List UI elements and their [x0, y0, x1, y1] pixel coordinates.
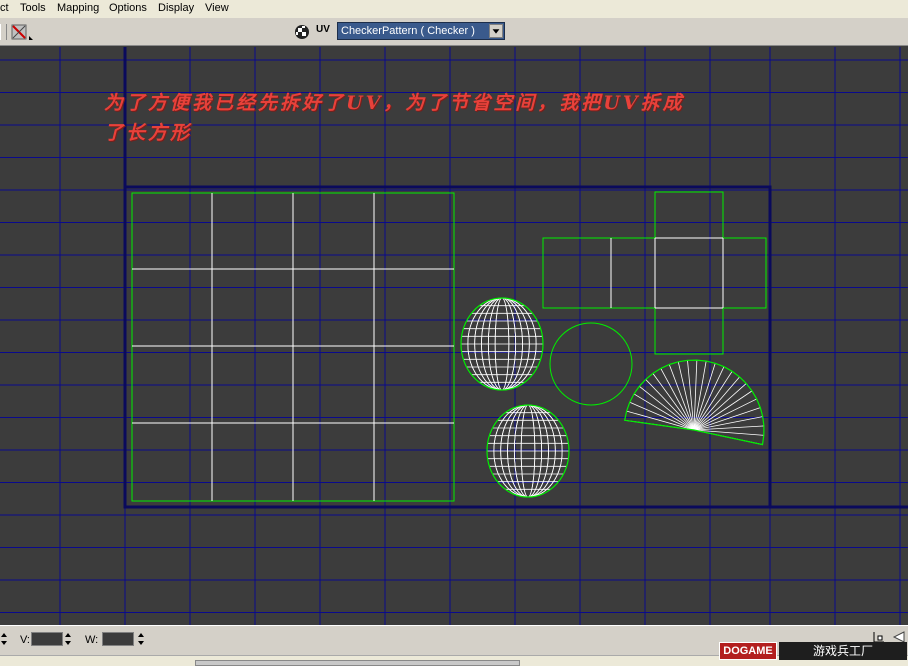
- annotation-line-1: 为了方便我已经先拆好了UV，为了节省空间，我把UV拆成: [104, 92, 685, 114]
- toolbar: UV CheckerPattern ( Checker ): [0, 18, 908, 46]
- w-label: W:: [85, 634, 99, 646]
- menu-item-options[interactable]: Options: [109, 2, 147, 14]
- taskbar-item[interactable]: [195, 660, 520, 666]
- uv-icon[interactable]: UV: [316, 24, 334, 40]
- texture-selector[interactable]: CheckerPattern ( Checker ): [337, 22, 505, 40]
- texture-selector-value: CheckerPattern ( Checker ): [341, 25, 475, 37]
- freeform-tool-icon[interactable]: [10, 23, 36, 41]
- watermark-brand: DOGAME: [719, 642, 777, 660]
- annotation-line-2: 了长方形: [104, 122, 193, 144]
- menu-item-view[interactable]: View: [205, 2, 229, 14]
- menu-bar: ct Tools Mapping Options Display View: [0, 0, 908, 19]
- dropdown-arrow-icon[interactable]: [489, 24, 503, 38]
- watermark-subtitle: 游戏兵工厂: [779, 642, 907, 660]
- checker-icon[interactable]: [294, 24, 310, 40]
- watermark: DOGAME 游戏兵工厂: [719, 642, 908, 662]
- v-input[interactable]: [31, 632, 63, 646]
- v-label: V:: [20, 634, 30, 646]
- spin-arrow-icon[interactable]: [137, 632, 145, 646]
- menu-item-select[interactable]: ct: [0, 2, 9, 14]
- annotation-text: 为了方便我已经先拆好了UV，为了节省空间，我把UV拆成 了长方形: [104, 88, 744, 148]
- spin-arrow-icon[interactable]: [64, 632, 72, 646]
- menu-item-display[interactable]: Display: [158, 2, 194, 14]
- menu-item-mapping[interactable]: Mapping: [57, 2, 99, 14]
- toolbar-grip[interactable]: [0, 24, 7, 40]
- menu-item-tools[interactable]: Tools: [20, 2, 46, 14]
- spin-arrow-icon[interactable]: [0, 632, 8, 646]
- w-input[interactable]: [102, 632, 134, 646]
